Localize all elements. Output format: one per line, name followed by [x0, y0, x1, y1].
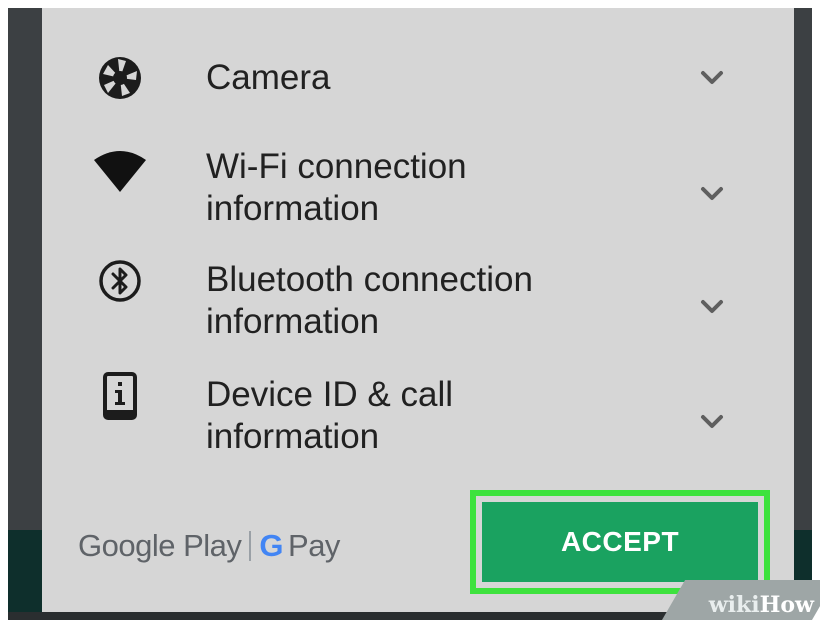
- image-frame-right: [812, 0, 820, 620]
- google-play-text: Google Play: [78, 528, 242, 563]
- logo-divider: [249, 531, 252, 561]
- wikihow-watermark: wikiHow: [708, 592, 814, 618]
- image-frame-top: [0, 0, 820, 8]
- camera-aperture-icon: [92, 50, 148, 106]
- wifi-icon: [92, 144, 148, 200]
- google-play-gpay-logo: Google Play G Pay: [78, 524, 340, 568]
- chevron-down-icon[interactable]: [692, 287, 732, 327]
- permission-item-wifi[interactable]: Wi-Fi connection information: [42, 146, 794, 236]
- device-info-icon: [92, 368, 148, 424]
- permission-label-wifi: Wi-Fi connection information: [206, 147, 467, 228]
- google-g-icon: G: [259, 528, 284, 563]
- permission-label-device-id: Device ID & call information: [206, 375, 454, 456]
- accept-button[interactable]: ACCEPT: [482, 502, 758, 582]
- permission-label-camera: Camera: [206, 58, 331, 97]
- bluetooth-icon: [92, 253, 148, 309]
- chevron-down-icon[interactable]: [692, 402, 732, 442]
- gpay-text: Pay: [288, 528, 340, 563]
- permission-item-bluetooth[interactable]: Bluetooth connection information: [42, 259, 794, 349]
- permission-label-bluetooth: Bluetooth connection information: [206, 260, 533, 341]
- chevron-down-icon[interactable]: [692, 174, 732, 214]
- permission-item-camera[interactable]: Camera: [42, 50, 794, 106]
- permission-item-device-id[interactable]: Device ID & call information: [42, 372, 794, 464]
- image-frame-left: [0, 0, 8, 620]
- chevron-down-icon[interactable]: [692, 58, 732, 98]
